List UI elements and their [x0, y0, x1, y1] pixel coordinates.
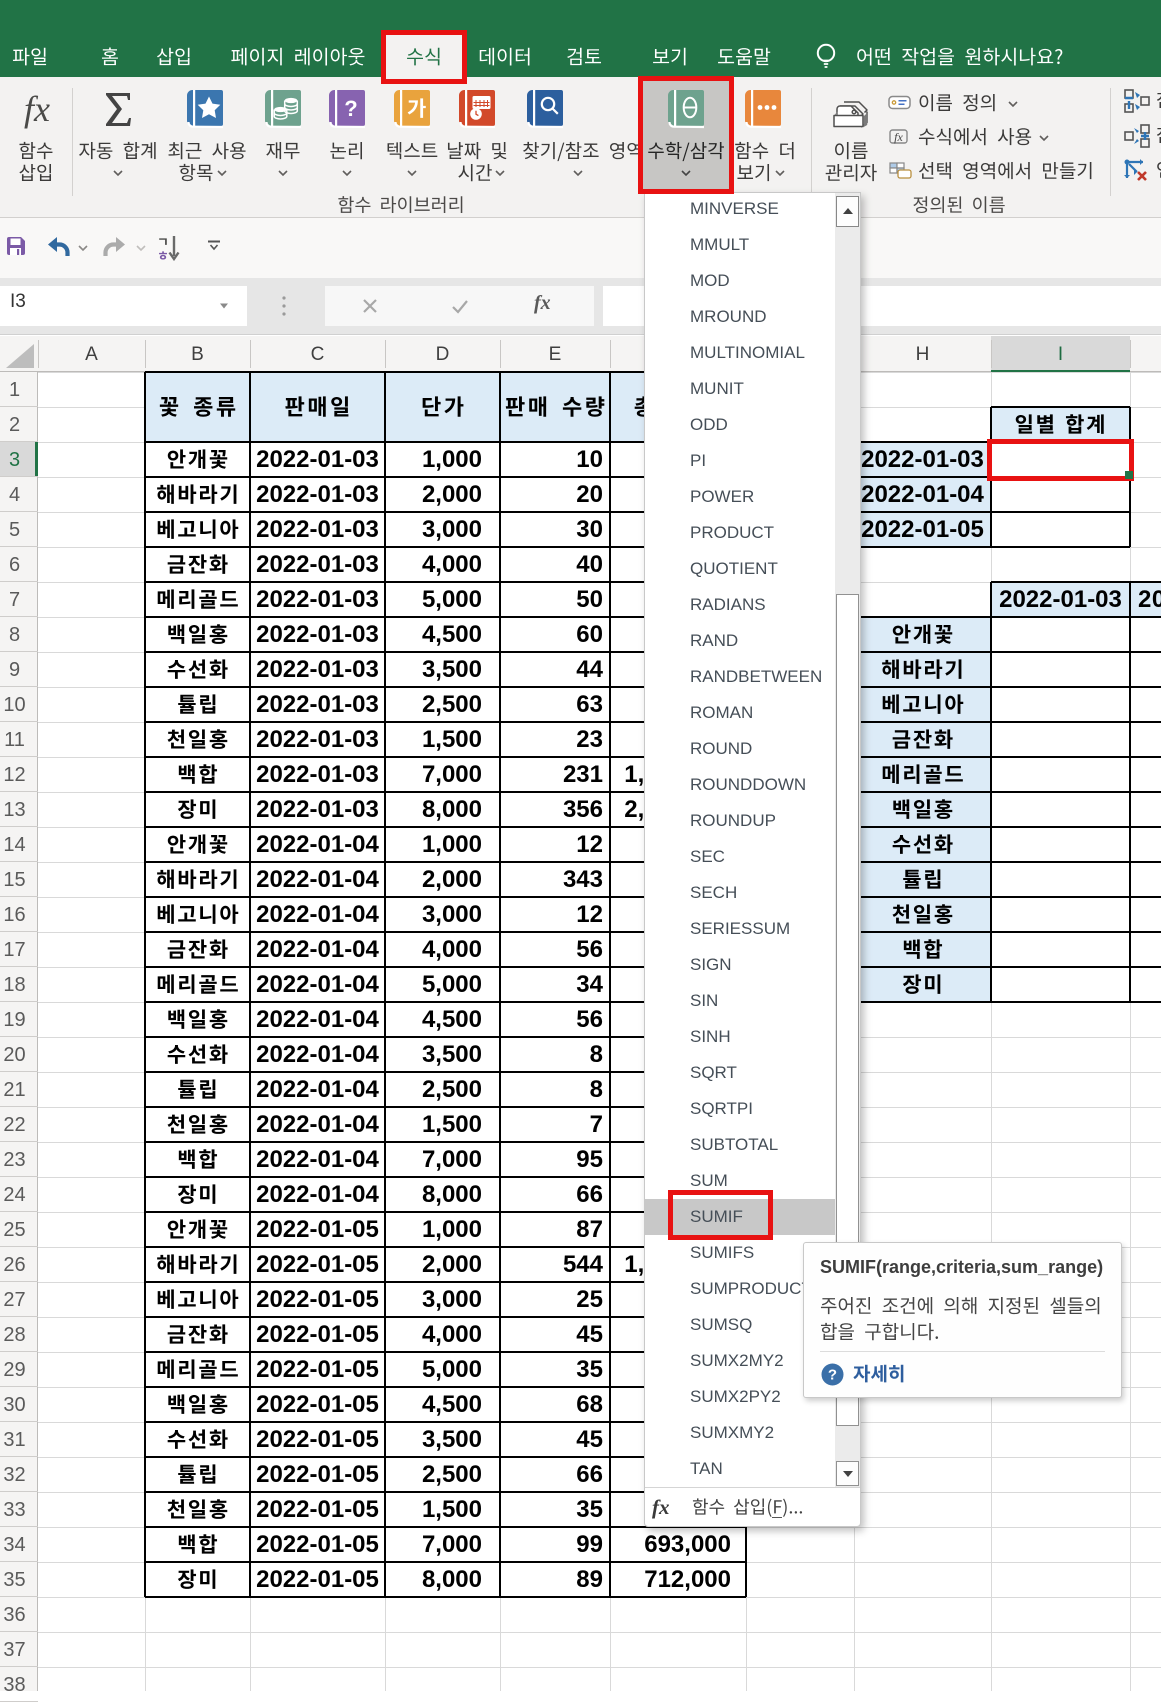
svg-text:?: ? [344, 96, 357, 121]
svg-text:fx: fx [894, 130, 903, 144]
svg-text:?: ? [828, 1367, 837, 1384]
